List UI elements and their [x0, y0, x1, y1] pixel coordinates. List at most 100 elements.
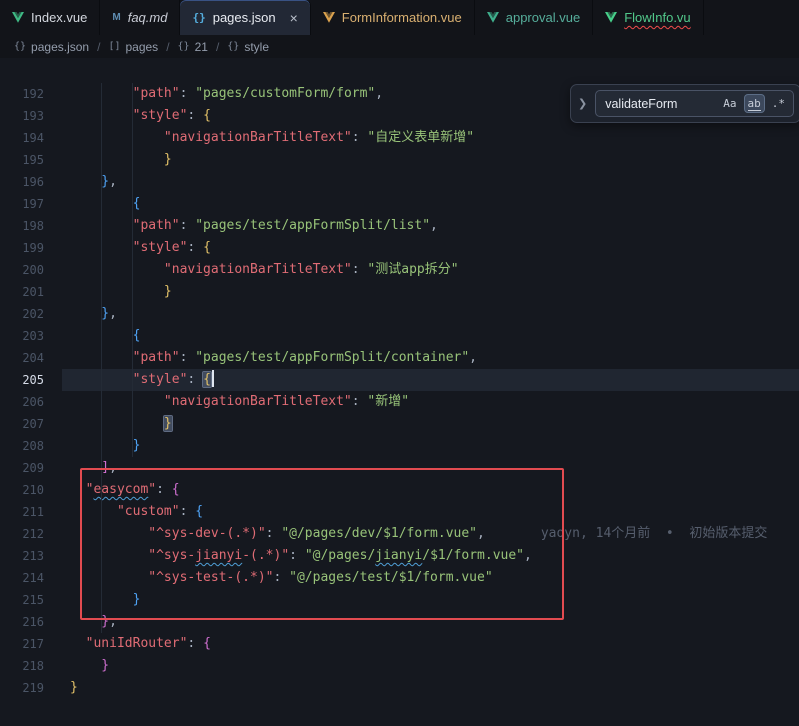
code-token: easycom — [93, 482, 148, 497]
line-number[interactable]: 196 — [0, 171, 44, 193]
code-line-202[interactable]: 202 }, — [0, 303, 799, 325]
tab-flowinfo-vu[interactable]: FlowInfo.vu — [593, 0, 703, 35]
code-token: : — [156, 482, 172, 497]
breadcrumb-item-style[interactable]: {}style — [227, 40, 269, 54]
code-token: "navigationBarTitleText" — [70, 262, 352, 277]
code-line-206[interactable]: 206 "navigationBarTitleText": "新增" — [0, 391, 799, 413]
code-token: { — [70, 328, 140, 343]
line-number[interactable]: 200 — [0, 259, 44, 281]
code-line-211[interactable]: 211 "custom": { — [0, 501, 799, 523]
line-number[interactable]: 203 — [0, 325, 44, 347]
code-text: "navigationBarTitleText": "新增" — [44, 391, 409, 413]
code-line-201[interactable]: 201 } — [0, 281, 799, 303]
match-case-button[interactable]: Aa — [720, 95, 739, 112]
editor[interactable]: 192 "path": "pages/customForm/form",193 … — [0, 58, 799, 726]
find-input[interactable]: validateForm Aa ab .* — [595, 90, 794, 117]
line-number[interactable]: 197 — [0, 193, 44, 215]
code-token: , — [477, 526, 485, 541]
tab-faq-md[interactable]: Mfaq.md — [100, 0, 180, 35]
code-lines: 192 "path": "pages/customForm/form",193 … — [0, 58, 799, 699]
code-line-215[interactable]: 215 } — [0, 589, 799, 611]
breadcrumb-separator: / — [216, 40, 219, 54]
code-line-210[interactable]: 210 "easycom": { — [0, 479, 799, 501]
breadcrumb-label: pages.json — [31, 40, 89, 54]
line-number[interactable]: 218 — [0, 655, 44, 677]
code-token: , — [109, 306, 117, 321]
code-line-199[interactable]: 199 "style": { — [0, 237, 799, 259]
code-token: "path" — [70, 86, 180, 101]
line-number[interactable]: 213 — [0, 545, 44, 567]
line-number[interactable]: 198 — [0, 215, 44, 237]
code-token: { — [203, 240, 211, 255]
code-line-217[interactable]: 217 "uniIdRouter": { — [0, 633, 799, 655]
line-number[interactable]: 206 — [0, 391, 44, 413]
code-token: "pages/test/appFormSplit/container" — [195, 350, 469, 365]
symbol-icon: [] — [108, 41, 120, 52]
line-number[interactable]: 217 — [0, 633, 44, 655]
line-number[interactable]: 199 — [0, 237, 44, 259]
code-token: "uniIdRouter" — [70, 636, 187, 651]
tab-approval-vue[interactable]: approval.vue — [475, 0, 593, 35]
code-line-219[interactable]: 219} — [0, 677, 799, 699]
line-number[interactable]: 210 — [0, 479, 44, 501]
tab-forminformation-vue[interactable]: FormInformation.vue — [311, 0, 475, 35]
line-number[interactable]: 211 — [0, 501, 44, 523]
code-line-200[interactable]: 200 "navigationBarTitleText": "测试app拆分" — [0, 259, 799, 281]
regex-button[interactable]: .* — [769, 95, 788, 112]
symbol-icon: {} — [14, 41, 26, 52]
symbol-icon: {} — [178, 41, 190, 52]
line-number[interactable]: 207 — [0, 413, 44, 435]
code-line-205[interactable]: 205 "style": { — [0, 369, 799, 391]
code-token: : — [289, 548, 305, 563]
line-number[interactable]: 216 — [0, 611, 44, 633]
line-number[interactable]: 195 — [0, 149, 44, 171]
code-token: } — [70, 658, 109, 673]
line-number[interactable]: 208 — [0, 435, 44, 457]
breadcrumb-item-pages[interactable]: []pages — [108, 40, 158, 54]
code-text: "style": { — [44, 105, 211, 127]
code-line-198[interactable]: 198 "path": "pages/test/appFormSplit/lis… — [0, 215, 799, 237]
line-number[interactable]: 215 — [0, 589, 44, 611]
code-line-194[interactable]: 194 "navigationBarTitleText": "自定义表单新增" — [0, 127, 799, 149]
code-token: : — [187, 372, 203, 387]
code-line-212[interactable]: 212 "^sys-dev-(.*)": "@/pages/dev/$1/for… — [0, 523, 799, 545]
code-line-195[interactable]: 195 } — [0, 149, 799, 171]
code-line-218[interactable]: 218 } — [0, 655, 799, 677]
line-number[interactable]: 192 — [0, 83, 44, 105]
line-number[interactable]: 194 — [0, 127, 44, 149]
breadcrumb-item-21[interactable]: {}21 — [178, 40, 208, 54]
line-number[interactable]: 214 — [0, 567, 44, 589]
code-line-207[interactable]: 207 } — [0, 413, 799, 435]
code-text: "style": { — [44, 237, 211, 259]
find-expand-chevron-icon[interactable]: ❯ — [575, 97, 590, 110]
line-number[interactable]: 201 — [0, 281, 44, 303]
line-number[interactable]: 204 — [0, 347, 44, 369]
line-number[interactable]: 212 — [0, 523, 44, 545]
code-line-214[interactable]: 214 "^sys-test-(.*)": "@/pages/test/$1/f… — [0, 567, 799, 589]
code-line-203[interactable]: 203 { — [0, 325, 799, 347]
tab-index-vue[interactable]: Index.vue — [0, 0, 100, 35]
code-line-204[interactable]: 204 "path": "pages/test/appFormSplit/con… — [0, 347, 799, 369]
code-token: { — [203, 636, 211, 651]
close-tab-icon[interactable]: × — [290, 11, 298, 25]
vue-file-icon — [12, 12, 24, 23]
code-line-196[interactable]: 196 }, — [0, 171, 799, 193]
code-line-197[interactable]: 197 { — [0, 193, 799, 215]
code-line-209[interactable]: 209 ], — [0, 457, 799, 479]
line-number[interactable]: 193 — [0, 105, 44, 127]
code-text: } — [44, 677, 78, 699]
code-token: "自定义表单新增" — [367, 130, 474, 145]
code-token: , — [375, 86, 383, 101]
code-text: "custom": { — [44, 501, 203, 523]
tab-pages-json[interactable]: {}pages.json× — [180, 0, 310, 35]
code-line-213[interactable]: 213 "^sys-jianyi-(.*)": "@/pages/jianyi/… — [0, 545, 799, 567]
breadcrumb-item-pages-json[interactable]: {} pages.json — [14, 40, 89, 54]
line-number[interactable]: 205 — [0, 369, 44, 391]
whole-word-button[interactable]: ab — [745, 95, 764, 112]
code-line-216[interactable]: 216 }, — [0, 611, 799, 633]
code-token: } — [70, 174, 109, 189]
line-number[interactable]: 219 — [0, 677, 44, 699]
code-line-208[interactable]: 208 } — [0, 435, 799, 457]
line-number[interactable]: 209 — [0, 457, 44, 479]
line-number[interactable]: 202 — [0, 303, 44, 325]
